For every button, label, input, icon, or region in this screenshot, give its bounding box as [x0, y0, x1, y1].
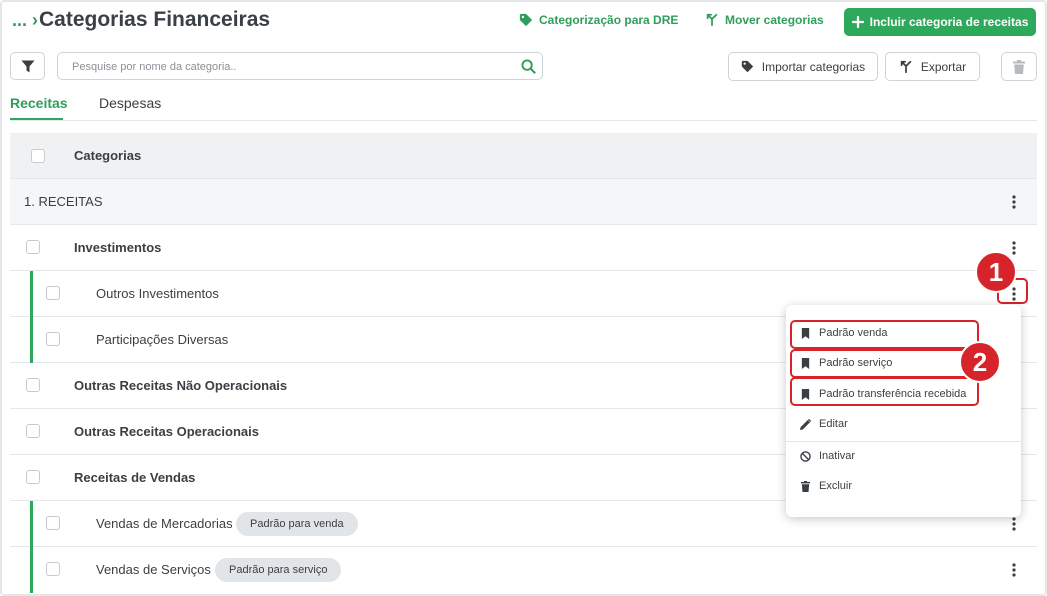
import-categories-label: Importar categorias	[761, 59, 866, 74]
breadcrumb[interactable]: ... ›	[12, 10, 38, 31]
step-badge-1: 1	[975, 251, 1017, 293]
menu-item-editar[interactable]: Editar	[800, 418, 848, 430]
row-checkbox[interactable]	[46, 562, 60, 576]
export-icon	[900, 60, 912, 73]
row-label: Outras Receitas Não Operacionais	[74, 378, 288, 393]
table-row[interactable]: Investimentos	[10, 225, 1037, 271]
move-categories-label: Mover categorias	[725, 13, 824, 27]
highlight-padrao-venda	[790, 320, 979, 349]
move-icon	[706, 13, 718, 27]
add-revenue-category-button[interactable]: Incluir categoria de receitas	[844, 8, 1036, 36]
section-label: 1. RECEITAS	[24, 194, 103, 209]
row-checkbox[interactable]	[46, 286, 60, 300]
row-label: Participações Diversas	[96, 332, 229, 347]
delete-selected-button[interactable]	[1001, 52, 1037, 81]
search-box	[57, 52, 543, 80]
block-icon	[800, 450, 811, 462]
highlight-padrao-servico	[790, 349, 979, 378]
tabs-divider	[10, 120, 1037, 121]
filter-icon	[21, 60, 34, 72]
select-all-checkbox[interactable]	[31, 149, 45, 163]
row-label: Outros Investimentos	[96, 286, 219, 301]
section-more-icon[interactable]	[1005, 193, 1023, 211]
trash-icon	[800, 480, 811, 492]
import-categories-button[interactable]: Importar categorias	[728, 52, 878, 81]
menu-item-label: Excluir	[819, 480, 853, 492]
plus-icon	[851, 16, 864, 28]
row-checkbox[interactable]	[26, 424, 40, 438]
row-checkbox[interactable]	[46, 332, 60, 346]
row-checkbox[interactable]	[26, 240, 40, 254]
child-indicator-bar	[30, 547, 33, 593]
export-label: Exportar	[920, 59, 967, 74]
row-label: Receitas de Vendas	[74, 470, 196, 485]
menu-item-label: Inativar	[819, 450, 856, 462]
search-icon[interactable]	[521, 59, 536, 74]
column-header-categorias: Categorias	[74, 148, 142, 163]
more-options-icon[interactable]	[1005, 515, 1023, 533]
export-button[interactable]: Exportar	[885, 52, 980, 81]
categorize-dre-link[interactable]: Categorização para DRE	[519, 13, 678, 27]
categorize-dre-label: Categorização para DRE	[539, 13, 679, 27]
tag-icon	[519, 13, 533, 27]
tab-receitas[interactable]: Receitas	[10, 95, 68, 111]
row-checkbox[interactable]	[26, 378, 40, 392]
menu-item-excluir[interactable]: Excluir	[800, 480, 852, 492]
page-title: Categorias Financeiras	[39, 8, 271, 31]
chevron-right-icon: ›	[32, 10, 39, 30]
row-checkbox[interactable]	[46, 516, 60, 530]
tab-despesas[interactable]: Despesas	[99, 95, 161, 111]
child-indicator-bar	[30, 501, 33, 547]
menu-item-label: Editar	[819, 418, 848, 430]
menu-item-inativar[interactable]: Inativar	[800, 450, 855, 462]
add-revenue-category-label: Incluir categoria de receitas	[869, 15, 1029, 29]
child-indicator-bar	[30, 271, 33, 317]
row-label: Vendas de Mercadorias	[96, 516, 233, 531]
default-badge: Padrão para serviço	[215, 558, 342, 582]
table-header: Categorias	[10, 133, 1037, 179]
more-options-icon[interactable]	[1005, 561, 1023, 579]
trash-icon	[1013, 59, 1025, 74]
section-row: 1. RECEITAS	[10, 179, 1037, 225]
search-input[interactable]	[72, 58, 502, 75]
tag-icon	[741, 60, 753, 73]
row-label: Vendas de Serviços	[96, 562, 211, 577]
row-checkbox[interactable]	[26, 470, 40, 484]
move-categories-link[interactable]: Mover categorias	[705, 13, 824, 27]
table-row[interactable]: Vendas de Serviços Padrão para serviço	[10, 547, 1037, 593]
menu-divider	[786, 441, 1021, 442]
default-badge: Padrão para venda	[236, 512, 358, 536]
breadcrumb-text[interactable]: ...	[12, 10, 27, 30]
row-label: Outras Receitas Operacionais	[74, 424, 259, 439]
filter-button[interactable]	[10, 52, 45, 80]
highlight-padrao-transferencia	[790, 377, 979, 406]
step-badge-2: 2	[959, 341, 1001, 383]
child-indicator-bar	[30, 317, 33, 363]
row-label: Investimentos	[74, 240, 162, 255]
pencil-icon	[800, 418, 811, 430]
